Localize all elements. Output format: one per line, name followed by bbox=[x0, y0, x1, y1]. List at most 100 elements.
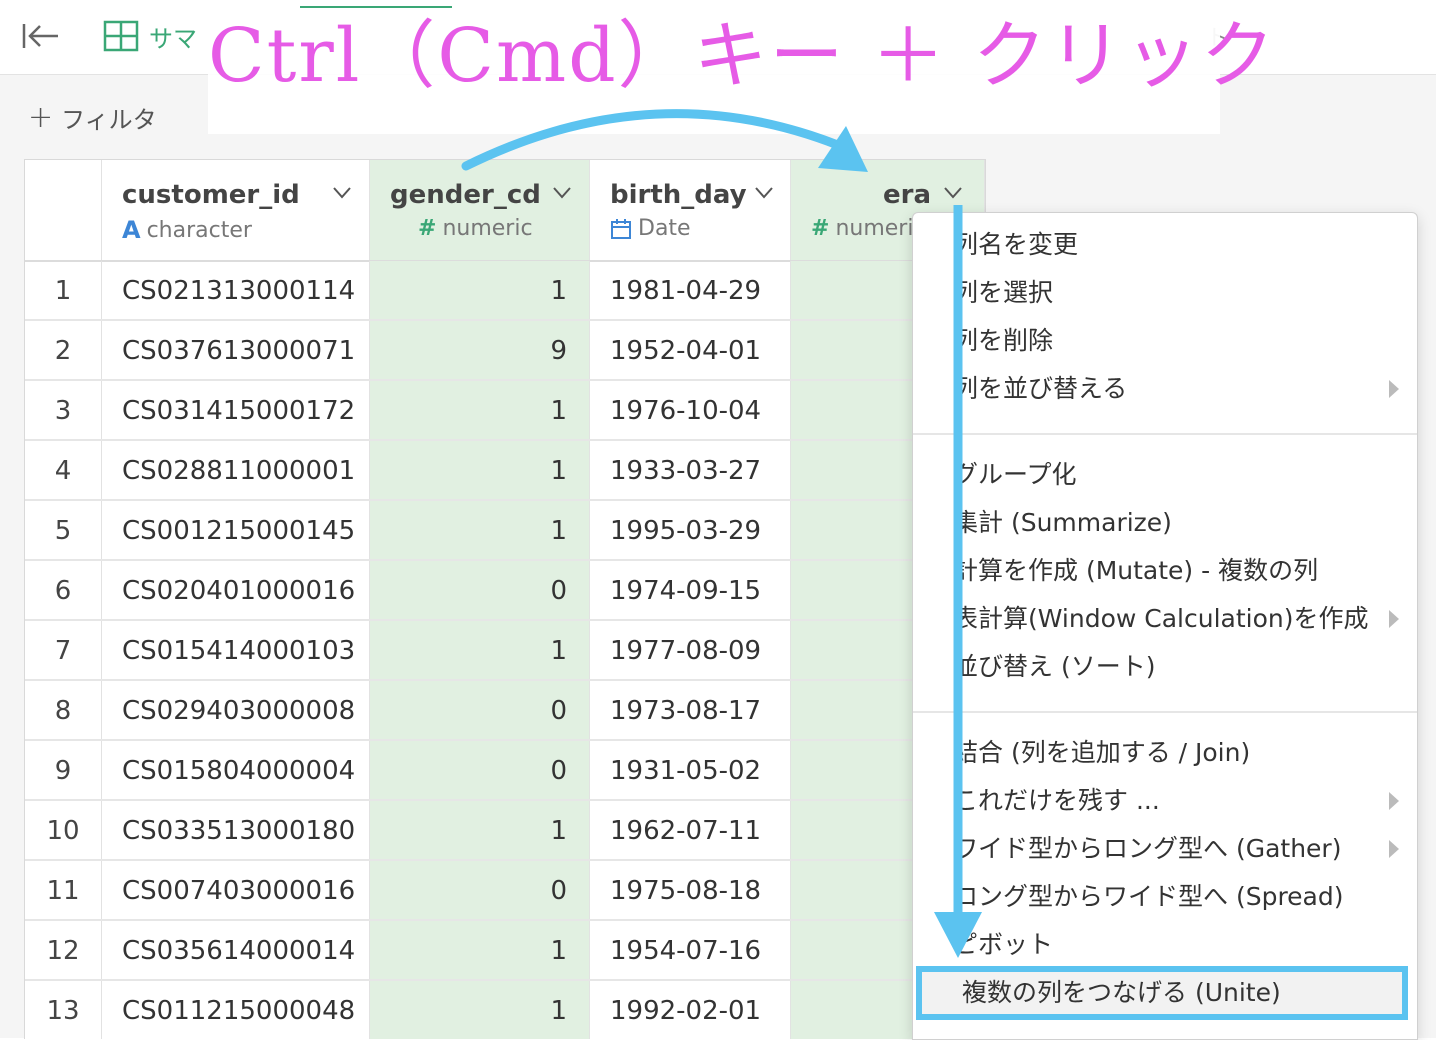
cell-birth_day[interactable]: 1981-04-29 bbox=[590, 261, 791, 319]
cell-gender_cd[interactable]: 1 bbox=[370, 261, 590, 319]
cell-birth_day[interactable]: 1977-08-09 bbox=[590, 621, 791, 679]
header-birth_day[interactable]: birth_day Date bbox=[590, 160, 791, 260]
table-row: 4 CS028811000001 1 1933-03-27 bbox=[25, 441, 985, 501]
header-gender_cd[interactable]: gender_cd # numeric bbox=[370, 160, 590, 260]
menu-item[interactable]: 計算を作成 (Mutate) - 複数の列 bbox=[953, 551, 1318, 591]
row-index[interactable]: 3 bbox=[25, 381, 102, 439]
row-index[interactable]: 12 bbox=[25, 921, 102, 979]
submenu-arrow-icon bbox=[1389, 610, 1399, 628]
table-row: 12 CS035614000014 1 1954-07-16 bbox=[25, 921, 985, 981]
cell-customer_id[interactable]: CS029403000008 bbox=[102, 681, 370, 739]
cell-birth_day[interactable]: 1952-04-01 bbox=[590, 321, 791, 379]
cell-customer_id[interactable]: CS028811000001 bbox=[102, 441, 370, 499]
cell-gender_cd[interactable]: 1 bbox=[370, 441, 590, 499]
cell-customer_id[interactable]: CS015804000004 bbox=[102, 741, 370, 799]
menu-item[interactable]: 列を削除 bbox=[953, 321, 1053, 361]
row-index[interactable]: 11 bbox=[25, 861, 102, 919]
menu-item[interactable]: これだけを残す ... bbox=[953, 781, 1160, 821]
numeric-type-icon: # bbox=[811, 216, 830, 241]
cell-gender_cd[interactable]: 1 bbox=[370, 621, 590, 679]
column-type: Date bbox=[610, 216, 691, 241]
row-index[interactable]: 5 bbox=[25, 501, 102, 559]
annotation-banner: Ctrl（Cmd）キー ＋ クリック bbox=[208, 8, 1275, 134]
menu-item-unite[interactable]: 複数の列をつなげる (Unite) bbox=[916, 966, 1408, 1020]
row-index[interactable]: 8 bbox=[25, 681, 102, 739]
cell-birth_day[interactable]: 1962-07-11 bbox=[590, 801, 791, 859]
row-index[interactable]: 4 bbox=[25, 441, 102, 499]
row-index[interactable]: 6 bbox=[25, 561, 102, 619]
cell-customer_id[interactable]: CS021313000114 bbox=[102, 261, 370, 319]
column-name: gender_cd bbox=[390, 180, 541, 210]
cell-birth_day[interactable]: 1954-07-16 bbox=[590, 921, 791, 979]
chevron-down-icon[interactable] bbox=[754, 186, 774, 200]
add-filter-button[interactable]: + フィルタ bbox=[28, 100, 157, 135]
menu-item[interactable]: ピボット bbox=[953, 925, 1053, 965]
cell-customer_id[interactable]: CS011215000048 bbox=[102, 981, 370, 1039]
add-filter-label: フィルタ bbox=[61, 106, 157, 134]
column-name: customer_id bbox=[122, 180, 300, 210]
menu-item[interactable]: ワイド型からロング型へ (Gather) bbox=[953, 829, 1341, 869]
menu-item[interactable]: 列名を変更 bbox=[953, 225, 1078, 265]
cell-customer_id[interactable]: CS015414000103 bbox=[102, 621, 370, 679]
cell-gender_cd[interactable]: 9 bbox=[370, 321, 590, 379]
cell-gender_cd[interactable]: 1 bbox=[370, 381, 590, 439]
column-type: A character bbox=[122, 216, 252, 244]
data-table: customer_id A character gender_cd # nume… bbox=[24, 159, 986, 1039]
column-context-menu: 列名を変更列を選択列を削除列を並び替える グループ化集計 (Summarize) 計… bbox=[912, 212, 1418, 1040]
cell-gender_cd[interactable]: 1 bbox=[370, 801, 590, 859]
chevron-down-icon[interactable] bbox=[552, 186, 572, 200]
menu-item[interactable]: 集計 (Summarize) bbox=[953, 503, 1172, 543]
cell-gender_cd[interactable]: 1 bbox=[370, 981, 590, 1039]
table-header: customer_id A character gender_cd # nume… bbox=[25, 160, 985, 262]
calendar-icon bbox=[611, 218, 631, 239]
table-row: 8 CS029403000008 0 1973-08-17 bbox=[25, 681, 985, 741]
character-type-icon: A bbox=[122, 216, 141, 244]
cell-customer_id[interactable]: CS035614000014 bbox=[102, 921, 370, 979]
row-index[interactable]: 2 bbox=[25, 321, 102, 379]
cell-gender_cd[interactable]: 1 bbox=[370, 921, 590, 979]
menu-item[interactable]: 列を並び替える bbox=[953, 369, 1127, 409]
cell-birth_day[interactable]: 1933-03-27 bbox=[590, 441, 791, 499]
cell-customer_id[interactable]: CS007403000016 bbox=[102, 861, 370, 919]
header-customer_id[interactable]: customer_id A character bbox=[102, 160, 370, 260]
chevron-down-icon[interactable] bbox=[332, 186, 352, 200]
cell-birth_day[interactable]: 1992-02-01 bbox=[590, 981, 791, 1039]
cell-gender_cd[interactable]: 0 bbox=[370, 861, 590, 919]
cell-gender_cd[interactable]: 1 bbox=[370, 501, 590, 559]
menu-item[interactable]: 並び替え (ソート) bbox=[953, 647, 1155, 687]
table-row: 10 CS033513000180 1 1962-07-11 bbox=[25, 801, 985, 861]
cell-gender_cd[interactable]: 0 bbox=[370, 681, 590, 739]
menu-item[interactable]: 列を選択 bbox=[953, 273, 1053, 313]
table-row: 6 CS020401000016 0 1974-09-15 bbox=[25, 561, 985, 621]
chevron-down-icon[interactable] bbox=[943, 186, 963, 200]
cell-birth_day[interactable]: 1995-03-29 bbox=[590, 501, 791, 559]
cell-birth_day[interactable]: 1976-10-04 bbox=[590, 381, 791, 439]
plus-icon: + bbox=[28, 100, 54, 135]
row-index[interactable]: 10 bbox=[25, 801, 102, 859]
menu-item[interactable]: 表計算(Window Calculation)を作成 bbox=[953, 599, 1369, 639]
cell-birth_day[interactable]: 1973-08-17 bbox=[590, 681, 791, 739]
cell-gender_cd[interactable]: 0 bbox=[370, 561, 590, 619]
tab-summary[interactable]: サマ bbox=[103, 18, 197, 54]
row-index[interactable]: 1 bbox=[25, 261, 102, 319]
cell-customer_id[interactable]: CS020401000016 bbox=[102, 561, 370, 619]
cell-birth_day[interactable]: 1974-09-15 bbox=[590, 561, 791, 619]
cell-customer_id[interactable]: CS001215000145 bbox=[102, 501, 370, 559]
submenu-arrow-icon bbox=[1389, 840, 1399, 858]
column-name: era bbox=[883, 180, 932, 210]
cell-birth_day[interactable]: 1975-08-18 bbox=[590, 861, 791, 919]
menu-item[interactable]: ロング型からワイド型へ (Spread) bbox=[953, 877, 1344, 917]
table-row: 1 CS021313000114 1 1981-04-29 bbox=[25, 261, 985, 321]
row-index[interactable]: 7 bbox=[25, 621, 102, 679]
menu-item[interactable]: 結合 (列を追加する / Join) bbox=[953, 733, 1250, 773]
menu-item[interactable]: グループ化 bbox=[953, 455, 1077, 495]
collapse-left-icon[interactable] bbox=[22, 22, 60, 50]
cell-customer_id[interactable]: CS033513000180 bbox=[102, 801, 370, 859]
cell-customer_id[interactable]: CS031415000172 bbox=[102, 381, 370, 439]
cell-gender_cd[interactable]: 0 bbox=[370, 741, 590, 799]
row-index[interactable]: 9 bbox=[25, 741, 102, 799]
cell-birth_day[interactable]: 1931-05-02 bbox=[590, 741, 791, 799]
row-index[interactable]: 13 bbox=[25, 981, 102, 1039]
cell-customer_id[interactable]: CS037613000071 bbox=[102, 321, 370, 379]
table-row: 5 CS001215000145 1 1995-03-29 bbox=[25, 501, 985, 561]
